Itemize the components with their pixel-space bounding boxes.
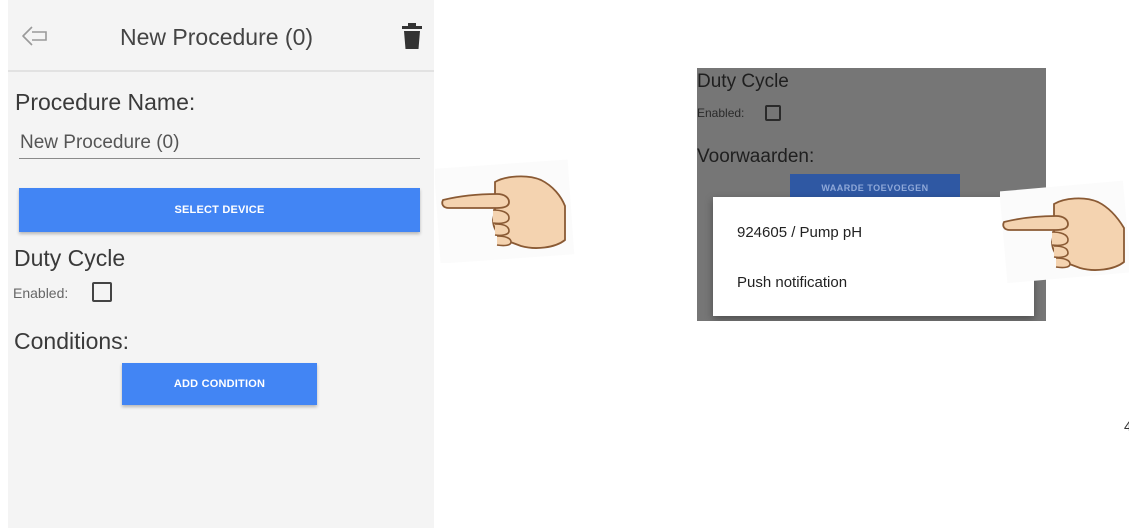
procedure-name-input[interactable] <box>19 128 420 159</box>
enabled-label: Enabled: <box>13 285 69 301</box>
enabled-checkbox-nl[interactable] <box>765 105 781 121</box>
enabled-label-nl: Enabled: <box>697 106 745 120</box>
procedure-name-label: Procedure Name: <box>15 89 196 115</box>
page-title: New Procedure (0) <box>120 24 314 50</box>
trash-icon[interactable] <box>401 22 423 50</box>
pointing-hand-icon <box>1000 180 1129 283</box>
app-bar: New Procedure (0) <box>8 0 434 72</box>
edge-mark: 4 <box>1124 418 1129 434</box>
duty-cycle-label: Duty Cycle <box>14 245 126 271</box>
dutch-screen-fragment: Duty Cycle Enabled: Voorwaarden: WAARDE … <box>697 68 1046 321</box>
menu-item-pump[interactable]: 924605 / Pump pH <box>737 224 862 241</box>
menu-item-push-notification[interactable]: Push notification <box>737 274 847 291</box>
device-popup-menu: 924605 / Pump pH Push notification <box>713 197 1034 316</box>
procedure-screen: New Procedure (0) Procedure Name: SELECT… <box>8 0 434 528</box>
enabled-checkbox[interactable] <box>92 282 112 302</box>
conditions-label-nl: Voorwaarden: <box>697 146 815 167</box>
duty-cycle-label-nl: Duty Cycle <box>697 71 789 92</box>
select-device-button[interactable]: SELECT DEVICE <box>19 188 420 232</box>
add-condition-button[interactable]: ADD CONDITION <box>122 363 317 405</box>
back-arrow-icon[interactable] <box>20 24 48 48</box>
conditions-label: Conditions: <box>14 328 130 354</box>
pointing-hand-icon <box>435 159 575 263</box>
